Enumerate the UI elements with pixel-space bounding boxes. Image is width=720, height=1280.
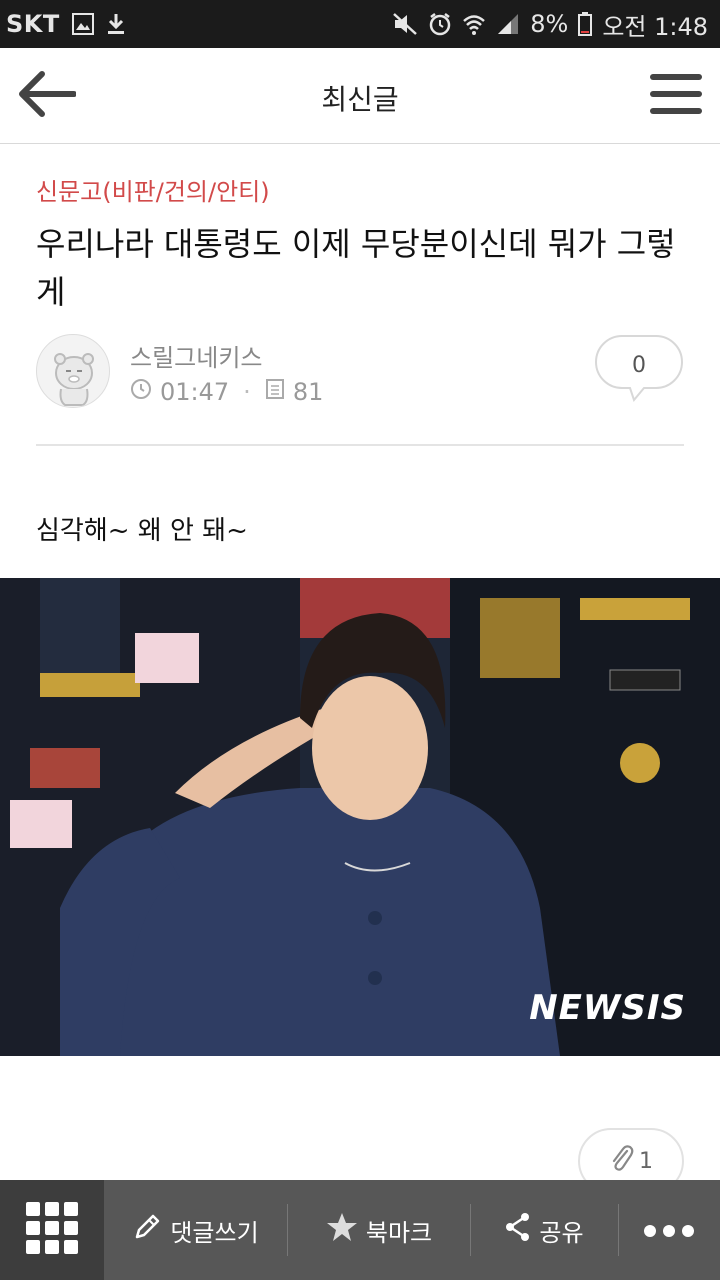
post-title: 우리나라 대통령도 이제 무당분이신데 뭐가 그렇게 [36, 225, 676, 311]
download-notification-icon [106, 13, 126, 35]
status-bar: SKT 8% 오전 1:48 [0, 0, 720, 48]
paperclip-icon [609, 1143, 635, 1179]
battery-icon [578, 12, 593, 36]
hamburger-menu-icon [650, 72, 702, 120]
menu-button[interactable] [648, 70, 704, 122]
star-icon [326, 1212, 358, 1248]
app-header: 최신글 [0, 48, 720, 144]
post-category[interactable]: 신문고(비판/건의/안티) [36, 172, 270, 207]
comment-count: 0 [632, 353, 646, 378]
mute-icon [392, 12, 418, 36]
views-icon [265, 378, 285, 406]
image-watermark: NEWSIS [529, 988, 686, 1028]
author-name[interactable]: 스릴그네키스 [130, 338, 262, 373]
bottom-toolbar: 댓글쓰기 북마크 공유 [0, 1180, 720, 1280]
grid-menu-button[interactable] [0, 1180, 104, 1280]
bookmark-label: 북마크 [365, 1218, 433, 1247]
gallery-notification-icon [71, 13, 94, 35]
attachment-count: 1 [639, 1148, 653, 1174]
more-dots-icon [643, 1216, 695, 1244]
view-count: 81 [292, 378, 324, 406]
post-body-text: 심각해~ 왜 안 돼~ [36, 516, 248, 546]
share-button[interactable]: 공유 [471, 1180, 618, 1280]
battery-percent: 8% [530, 10, 569, 38]
write-comment-button[interactable]: 댓글쓰기 [104, 1180, 287, 1280]
bookmark-button[interactable]: 북마크 [288, 1180, 470, 1280]
post-image[interactable]: NEWSIS [0, 578, 720, 1056]
post-meta: 01:47 · 81 [130, 378, 323, 406]
meta-separator: · [243, 378, 251, 406]
post-time: 01:47 [160, 378, 230, 406]
share-label: 공유 [539, 1218, 584, 1247]
share-icon [505, 1212, 531, 1248]
comment-count-button[interactable]: 0 [594, 334, 684, 414]
header-divider [36, 444, 684, 446]
wifi-icon [462, 12, 486, 36]
grid-icon [26, 1202, 78, 1258]
carrier-label: SKT [6, 10, 60, 38]
signal-icon [496, 12, 520, 36]
write-comment-label: 댓글쓰기 [170, 1218, 259, 1247]
clock: 오전 1:48 [602, 12, 708, 41]
alarm-icon [428, 12, 452, 36]
clock-icon [130, 378, 152, 406]
author-avatar[interactable] [36, 334, 110, 408]
pencil-icon [132, 1212, 162, 1248]
more-options-button[interactable] [619, 1180, 719, 1280]
page-title: 최신글 [321, 83, 399, 116]
